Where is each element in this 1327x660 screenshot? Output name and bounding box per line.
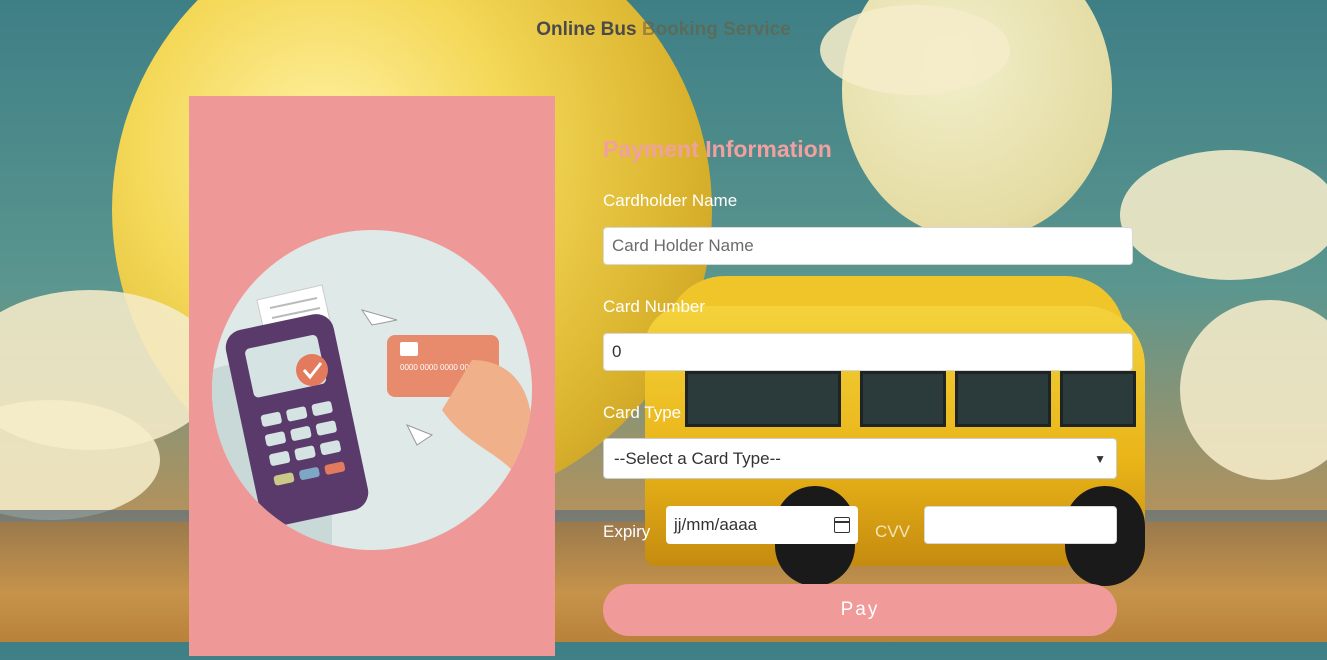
cardholder-input[interactable] [603, 227, 1133, 265]
form-title: Payment Information [603, 136, 832, 162]
chevron-down-icon: ▼ [1094, 451, 1106, 466]
expiry-placeholder: jj/mm/aaaa [674, 515, 758, 534]
page-title: Online Bus Booking Service [0, 19, 1327, 41]
title-part-2: Booking Service [641, 19, 791, 40]
card-type-selected: --Select a Card Type-- [614, 448, 781, 468]
card-type-label: Card Type [603, 403, 682, 422]
expiry-label: Expiry [603, 522, 651, 541]
title-part-1: Online Bus [536, 19, 642, 40]
cvv-input[interactable] [924, 506, 1117, 544]
card-type-select[interactable]: --Select a Card Type-- ▼ [603, 438, 1117, 479]
payment-form [555, 100, 1151, 660]
expiry-date-input[interactable]: jj/mm/aaaa [666, 506, 858, 544]
pay-button[interactable]: Pay [603, 584, 1117, 636]
calendar-icon[interactable] [834, 517, 850, 533]
payment-terminal-icon: 0000 0000 0000 0000 [212, 284, 532, 550]
cloud [1120, 150, 1327, 280]
card-number-label: Card Number [603, 297, 706, 316]
cvv-label: CVV [875, 522, 910, 541]
cloud [1180, 300, 1327, 480]
cardholder-label: Cardholder Name [603, 191, 738, 210]
payment-illustration: 0000 0000 0000 0000 [212, 230, 532, 550]
card-number-input[interactable] [603, 333, 1133, 371]
